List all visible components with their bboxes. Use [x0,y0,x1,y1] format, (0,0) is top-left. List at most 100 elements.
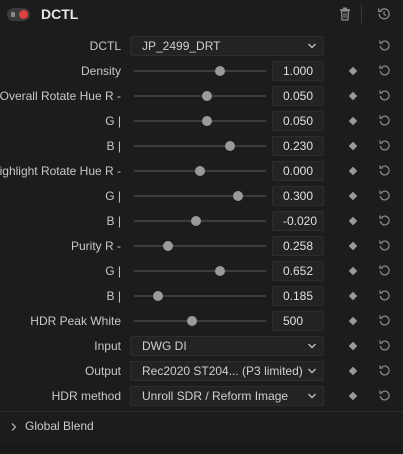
reset-icon[interactable] [377,63,392,78]
purity-b-slider[interactable] [134,291,266,301]
highlight-rotate-hue-r-value-field[interactable]: 0.000 [272,161,324,181]
density-value-field[interactable]: 1.000 [272,61,324,81]
reset-icon[interactable] [377,213,392,228]
density-value: 1.000 [283,64,314,78]
dctl-value: JP_2499_DRT [142,39,221,53]
highlight-rotate-hue-r-slider[interactable] [134,166,266,176]
highlight-rotate-hue-r-value: 0.000 [283,164,314,178]
output-dropdown[interactable]: Rec2020 ST204... (P3 limited) [130,361,324,381]
global-blend-section[interactable]: Global Blend [0,416,403,438]
hdr-method-label: HDR method [51,389,121,403]
dctl-dropdown[interactable]: JP_2499_DRT [130,36,324,56]
hdr-method-dropdown[interactable]: Unroll SDR / Reform Image [130,386,324,406]
row-highlight-rotate-hue-r: Highlight Rotate Hue R - 0.000 [0,161,403,181]
reset-icon[interactable] [377,313,392,328]
output-value: Rec2020 ST204... (P3 limited) [142,364,303,378]
chevron-down-icon [308,393,316,399]
keyframe-diamond-icon[interactable] [348,116,358,126]
keyframe-diamond-icon[interactable] [348,366,358,376]
highlight-rotate-hue-r-label: Highlight Rotate Hue R - [0,164,121,178]
slider-knob[interactable] [233,191,244,201]
reset-icon[interactable] [377,113,392,128]
reset-icon[interactable] [377,88,392,103]
reset-icon[interactable] [377,38,392,53]
hdr-peak-white-slider[interactable] [134,316,266,326]
row-overall-rotate-hue-r: Overall Rotate Hue R - 0.050 [0,86,403,106]
dctl-label: DCTL [89,39,121,53]
trash-icon[interactable] [337,6,353,22]
overall-rotate-hue-r-value-field[interactable]: 0.050 [272,86,324,106]
keyframe-diamond-icon[interactable] [348,266,358,276]
slider-knob[interactable] [201,116,212,126]
keyframe-diamond-icon[interactable] [348,391,358,401]
reset-icon[interactable] [377,138,392,153]
keyframe-diamond-icon[interactable] [348,316,358,326]
keyframe-diamond-icon[interactable] [348,191,358,201]
purity-g-slider[interactable] [134,266,266,276]
slider-knob[interactable] [191,216,202,226]
highlight-rotate-hue-g-slider[interactable] [134,191,266,201]
reset-history-icon[interactable] [376,6,392,22]
row-highlight-rotate-hue-b: B | -0.020 [0,211,403,231]
purity-g-value: 0.652 [283,264,314,278]
overall-rotate-hue-r-slider[interactable] [134,91,266,101]
keyframe-diamond-icon[interactable] [348,291,358,301]
purity-g-value-field[interactable]: 0.652 [272,261,324,281]
keyframe-diamond-icon[interactable] [348,341,358,351]
keyframe-diamond-icon[interactable] [348,241,358,251]
slider-knob[interactable] [195,166,205,176]
purity-r-slider[interactable] [134,241,266,251]
overall-rotate-hue-g-slider[interactable] [134,116,266,126]
slider-knob[interactable] [225,141,236,151]
highlight-rotate-hue-b-label: B | [106,214,121,228]
dctl-panel: DCTL DCTL JP_2499_DRT Density 1.000 Over… [0,0,403,454]
reset-icon[interactable] [377,388,392,403]
overall-rotate-hue-g-value-field[interactable]: 0.050 [272,111,324,131]
overall-rotate-hue-b-label: B | [106,139,121,153]
output-label: Output [84,364,121,378]
reset-icon[interactable] [377,338,392,353]
density-slider[interactable] [134,66,266,76]
overall-rotate-hue-g-label: G | [105,114,121,128]
keyframe-diamond-icon[interactable] [348,141,358,151]
highlight-rotate-hue-b-value-field[interactable]: -0.020 [272,211,324,231]
purity-r-label: Purity R - [70,239,121,253]
row-input: Input DWG DI [0,336,403,356]
keyframe-diamond-icon[interactable] [348,166,358,176]
chevron-down-icon [308,43,316,49]
panel-header: DCTL [0,0,403,32]
row-highlight-rotate-hue-g: G | 0.300 [0,186,403,206]
slider-knob[interactable] [201,91,212,101]
keyframe-diamond-icon[interactable] [348,216,358,226]
slider-knob[interactable] [152,291,163,301]
purity-b-value-field[interactable]: 0.185 [272,286,324,306]
slider-knob[interactable] [214,266,225,276]
row-overall-rotate-hue-b: B | 0.230 [0,136,403,156]
reset-icon[interactable] [377,288,392,303]
slider-knob[interactable] [187,316,198,326]
purity-b-label: B | [106,289,121,303]
hdr-peak-white-value-field[interactable]: 500 [272,311,324,331]
input-dropdown[interactable]: DWG DI [130,336,324,356]
chevron-down-icon [308,343,316,349]
enable-toggle[interactable] [7,8,30,21]
overall-rotate-hue-b-value-field[interactable]: 0.230 [272,136,324,156]
keyframe-diamond-icon[interactable] [348,91,358,101]
keyframe-diamond-icon[interactable] [348,66,358,76]
row-purity-b: B | 0.185 [0,286,403,306]
reset-icon[interactable] [377,188,392,203]
reset-icon[interactable] [377,238,392,253]
purity-r-value-field[interactable]: 0.258 [272,236,324,256]
overall-rotate-hue-g-value: 0.050 [283,114,314,128]
overall-rotate-hue-b-slider[interactable] [134,141,266,151]
slider-knob[interactable] [163,241,174,251]
row-hdr-method: HDR method Unroll SDR / Reform Image [0,386,403,406]
slider-knob[interactable] [214,66,225,76]
highlight-rotate-hue-b-slider[interactable] [134,216,266,226]
reset-icon[interactable] [377,363,392,378]
highlight-rotate-hue-g-value-field[interactable]: 0.300 [272,186,324,206]
highlight-rotate-hue-b-value: -0.020 [283,214,318,228]
reset-icon[interactable] [377,263,392,278]
overall-rotate-hue-r-value: 0.050 [283,89,314,103]
reset-icon[interactable] [377,163,392,178]
